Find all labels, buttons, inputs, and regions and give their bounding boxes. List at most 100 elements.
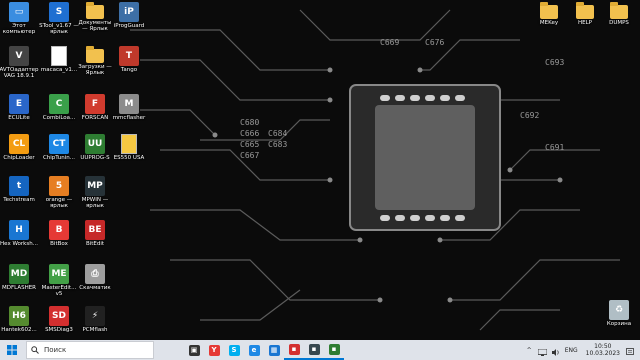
desktop-icon-label: MPWIN — ярлык xyxy=(81,197,109,209)
svg-text:C692: C692 xyxy=(520,111,539,120)
desktop-icon-label: macaca_v1... xyxy=(40,67,78,73)
desktop-icon[interactable]: BE BitEdit xyxy=(76,220,114,260)
desktop-icon[interactable]: ES550 USA xyxy=(110,134,148,174)
desktop-icon[interactable]: t Techstream xyxy=(0,176,38,216)
taskbar-app-button[interactable]: ▪ xyxy=(304,340,324,360)
desktop-icon[interactable]: B BitBox xyxy=(40,220,78,260)
desktop-icon-label: ECULite xyxy=(8,115,30,121)
document-icon xyxy=(121,134,137,154)
store-icon: ▦ xyxy=(268,344,280,356)
taskbar-app-button[interactable]: e xyxy=(244,340,264,360)
desktop-icon-label: Корзина xyxy=(606,321,632,327)
desktop-icon[interactable]: macaca_v1... xyxy=(40,46,78,86)
taskbar-app-button[interactable]: ▪ xyxy=(324,340,344,360)
desktop-icon-label: mmcflasher xyxy=(112,115,146,121)
desktop-icon-label: AVTOадаптер VAG 18.9.1 xyxy=(0,67,39,79)
notification-icon[interactable] xyxy=(626,341,634,360)
desktop-icon-label: MDFLASHER xyxy=(1,285,37,291)
downloads-folder-icon xyxy=(86,46,104,63)
bitbox-icon: B xyxy=(49,220,69,240)
svg-text:C666: C666 xyxy=(240,129,259,138)
taskbar: Поиск ▣ Y Se ▦ ▪ ▪ ▪ ^ ENG 10:50 10.03.2023 xyxy=(0,340,640,360)
desktop-icon-label: DUMPS xyxy=(609,20,629,26)
smsdiag-icon: SD xyxy=(49,306,69,326)
desktop-icon[interactable]: E ECULite xyxy=(0,94,38,134)
desktop-icon-label: orange — ярлык xyxy=(45,197,73,209)
chiploader-icon: CL xyxy=(9,134,29,154)
orange-icon: 5 xyxy=(49,176,69,196)
desktop-icon[interactable]: CT ChipTunin... xyxy=(40,134,78,174)
desktop-icon[interactable]: CL ChipLoader xyxy=(0,134,38,174)
search-box[interactable]: Поиск xyxy=(26,341,154,359)
chiptuning-icon: CT xyxy=(49,134,69,154)
combiloader-app-icon: ▪ xyxy=(328,343,340,355)
desktop-icon-label: Hantek602... xyxy=(1,327,37,333)
desktop-icon-label: ChipTunin... xyxy=(42,155,76,161)
clock-date: 10.03.2023 xyxy=(585,350,620,357)
uuprog-icon: UU xyxy=(85,134,105,154)
computer-icon: ▭ xyxy=(9,2,29,22)
mdflasher-icon: MD xyxy=(9,264,29,284)
desktop-icon-label: ChipLoader xyxy=(3,155,35,161)
hex-app-icon: ▪ xyxy=(308,343,320,355)
desktop-icon[interactable]: Документы — Ярлык xyxy=(76,2,114,42)
bitedit-icon: BE xyxy=(85,220,105,240)
desktop-icon-label: MEKey xyxy=(539,20,559,26)
desktop-icon[interactable]: UU UUPROG-S xyxy=(76,134,114,174)
desktop-icon[interactable]: S STool_v1.67 — ярлык xyxy=(39,2,79,42)
desktop-icon[interactable]: ⎙ Скачматик xyxy=(76,264,114,304)
recycle-bin-icon: ♻ xyxy=(609,300,629,320)
desktop-icon[interactable]: V AVTOадаптер VAG 18.9.1 xyxy=(0,46,39,86)
start-button[interactable] xyxy=(0,340,24,360)
taskbar-app-button[interactable]: Y xyxy=(204,340,224,360)
desktop-icon[interactable]: MEKey xyxy=(530,2,568,42)
desktop-icon-label: Скачматик xyxy=(79,285,111,291)
hantek-icon: H6 xyxy=(9,306,29,326)
skype-icon: S xyxy=(228,344,240,356)
taskbar-app-button[interactable]: S xyxy=(224,340,244,360)
desktop-icon[interactable]: DUMPS xyxy=(600,2,638,42)
desktop-icon[interactable]: MD MDFLASHER xyxy=(0,264,38,304)
taskbar-app-button[interactable]: ▦ xyxy=(264,340,284,360)
svg-text:C665: C665 xyxy=(240,140,259,149)
pcmflash-icon: ⚡ xyxy=(85,306,105,326)
volume-icon[interactable] xyxy=(551,341,560,360)
folder-icon xyxy=(576,2,594,19)
desktop-icon[interactable]: iP iProgGuard xyxy=(110,2,148,42)
clock-time: 10:50 xyxy=(594,343,612,350)
svg-text:C667: C667 xyxy=(240,151,259,160)
desktop-icon-label: BitEdit xyxy=(85,241,105,247)
tray-overflow-chevron-icon[interactable]: ^ xyxy=(527,347,532,354)
search-icon xyxy=(31,346,39,354)
eculite-icon: E xyxy=(9,94,29,114)
desktop-icon[interactable]: ▭ Этот компьютер xyxy=(0,2,38,42)
desktop-icon[interactable]: F FORSCAN xyxy=(76,94,114,134)
search-placeholder: Поиск xyxy=(44,346,67,354)
desktop-icon[interactable]: 5 orange — ярлык xyxy=(40,176,78,216)
forscan-icon: F xyxy=(85,94,105,114)
language-indicator[interactable]: ENG xyxy=(565,347,578,354)
desktop-icon[interactable]: T Tango xyxy=(110,46,148,86)
desktop-icon[interactable]: ♻ Корзина xyxy=(600,300,638,340)
clock[interactable]: 10:50 10.03.2023 xyxy=(586,343,620,357)
document-folder-icon xyxy=(86,2,104,19)
windows-logo-icon xyxy=(7,345,17,355)
network-icon[interactable] xyxy=(537,341,548,360)
desktop-icon[interactable]: H Hex Worksh... xyxy=(0,220,38,260)
desktop-icon-label: Techstream xyxy=(3,197,35,203)
desktop-icon[interactable]: MP MPWIN — ярлык xyxy=(76,176,114,216)
svg-text:C669: C669 xyxy=(380,38,399,47)
svg-text:C683: C683 xyxy=(268,140,287,149)
taskbar-app-button[interactable]: ▪ xyxy=(284,340,304,360)
desktop-icon-label: PCMflash xyxy=(82,327,108,333)
desktop-icon-label: STool_v1.67 — ярлык xyxy=(39,23,79,35)
techstream-icon: t xyxy=(9,176,29,196)
vag-icon: V xyxy=(9,46,29,66)
desktop-icon[interactable]: Mmmcflasher xyxy=(110,94,148,134)
desktop-icon[interactable]: Загрузки — Ярлык xyxy=(76,46,114,86)
desktop-icon[interactable]: ME MasterEdit... v5 xyxy=(40,264,78,304)
document-icon xyxy=(51,46,67,66)
desktop-icon[interactable]: C CombiLoa... xyxy=(40,94,78,134)
folder-icon xyxy=(540,2,558,19)
taskbar-app-button[interactable]: ▣ xyxy=(184,340,204,360)
